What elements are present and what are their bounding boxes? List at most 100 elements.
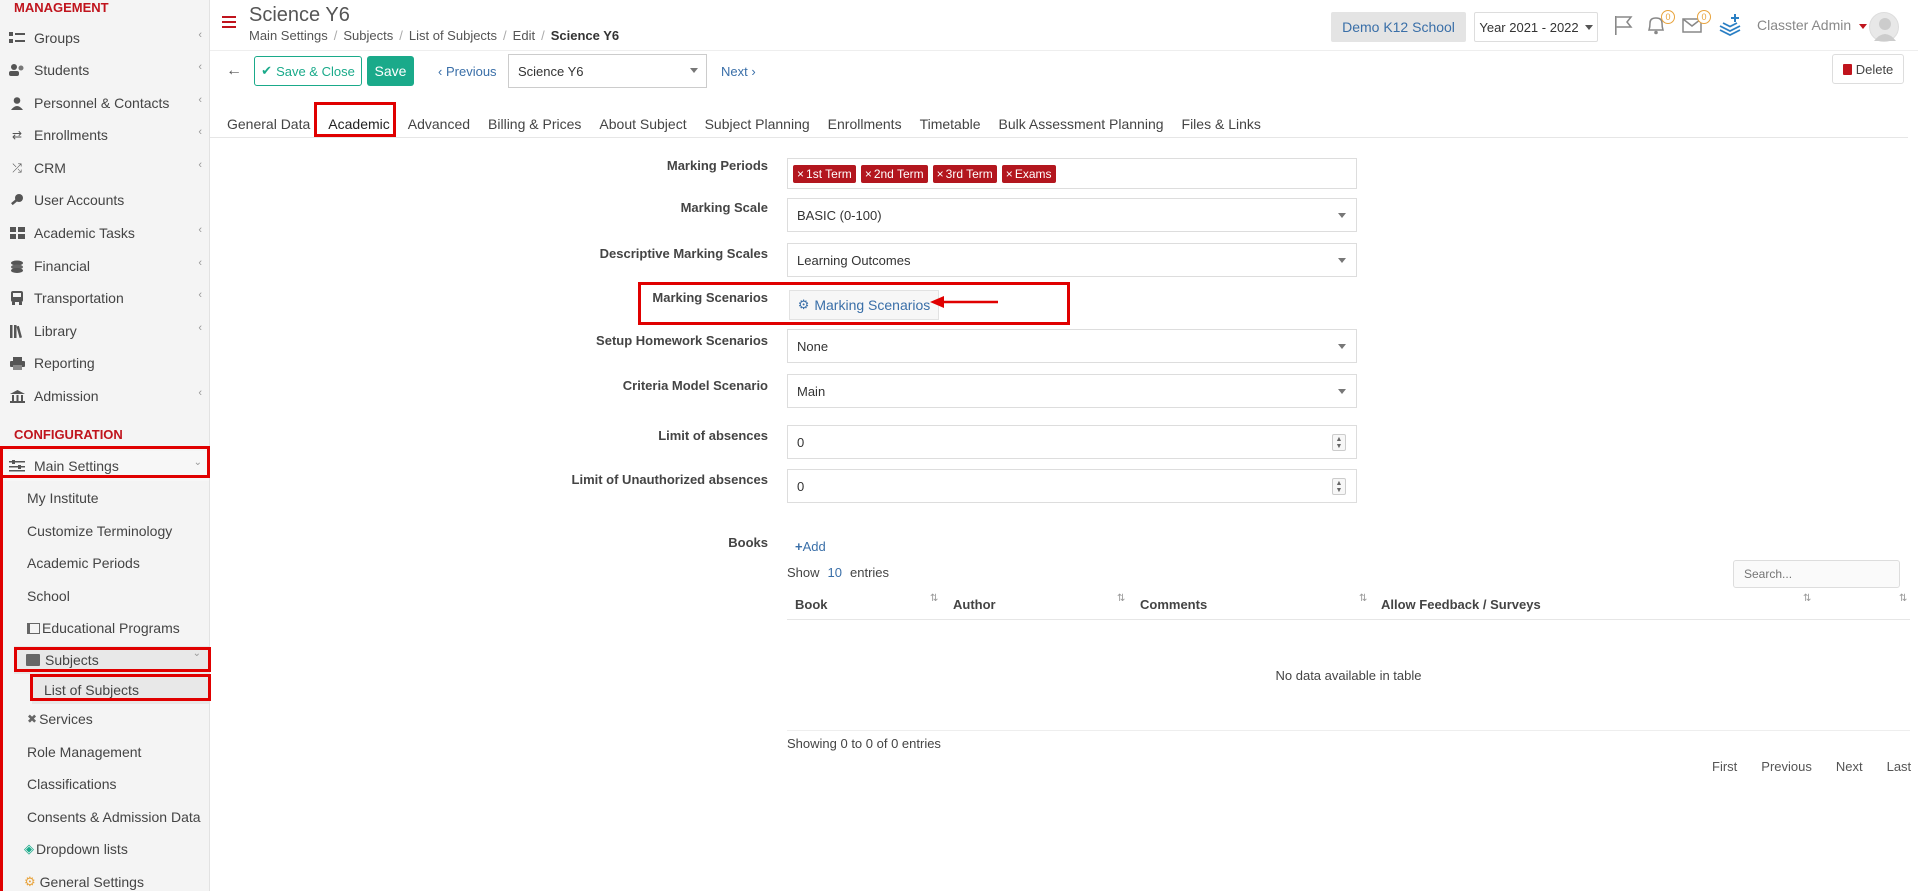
sidebar-item-user-accounts[interactable]: User Accounts bbox=[0, 185, 209, 215]
number-spinner[interactable]: ▲ ▼ bbox=[1332, 434, 1346, 451]
grid-icon bbox=[8, 226, 26, 240]
pager-previous[interactable]: Previous bbox=[1761, 759, 1812, 774]
chevron-left-icon: ‹ bbox=[198, 159, 202, 171]
column-author[interactable]: Author bbox=[953, 597, 996, 612]
tab-files-links[interactable]: Files & Links bbox=[1173, 110, 1270, 138]
table-search-input[interactable] bbox=[1733, 560, 1900, 588]
setup-homework-scenarios-select[interactable]: None bbox=[787, 329, 1357, 363]
caret-down-icon bbox=[690, 68, 698, 73]
add-book-link[interactable]: +Add bbox=[795, 539, 826, 554]
sidebar-subitem-general-settings[interactable]: ⚙ General Settings bbox=[24, 868, 144, 891]
marking-period-tag[interactable]: × 2nd Term bbox=[860, 164, 928, 183]
bell-icon[interactable]: 0 bbox=[1645, 10, 1675, 36]
save-close-button[interactable]: ✔ Save & Close bbox=[254, 56, 362, 86]
sort-icon[interactable]: ⇅ bbox=[930, 593, 938, 604]
chevron-right-icon: › bbox=[751, 64, 756, 79]
pager-next[interactable]: Next bbox=[1836, 759, 1863, 774]
sidebar-item-enrollments[interactable]: ⇄ Enrollments ‹ bbox=[0, 120, 209, 150]
column-comments[interactable]: Comments bbox=[1140, 597, 1207, 612]
sidebar-subitem-consents[interactable]: Consents & Admission Data bbox=[27, 803, 201, 831]
tab-advanced[interactable]: Advanced bbox=[399, 110, 479, 138]
tab-subject-planning[interactable]: Subject Planning bbox=[696, 110, 819, 138]
sort-icon[interactable]: ⇅ bbox=[1359, 593, 1367, 604]
remove-tag-icon[interactable]: × bbox=[1006, 167, 1013, 181]
marking-scale-select[interactable]: BASIC (0-100) bbox=[787, 198, 1357, 232]
sidebar-subitem-role-management[interactable]: Role Management bbox=[27, 738, 141, 766]
next-link[interactable]: Next › bbox=[721, 64, 756, 79]
pager-first[interactable]: First bbox=[1712, 759, 1737, 774]
sidebar-item-groups[interactable]: Groups ‹ bbox=[0, 23, 209, 53]
sidebar-item-label: Services bbox=[39, 711, 93, 727]
add-label: Add bbox=[802, 539, 826, 554]
school-selector-button[interactable]: Demo K12 School bbox=[1331, 12, 1466, 42]
breadcrumb-main-settings[interactable]: Main Settings bbox=[249, 28, 328, 43]
previous-label: Previous bbox=[445, 64, 497, 79]
sidebar-subitem-services[interactable]: ✖ Services ‹ bbox=[27, 705, 209, 733]
avatar[interactable] bbox=[1869, 12, 1899, 42]
sidebar-item-crm[interactable]: ⤮ CRM ‹ bbox=[0, 153, 209, 183]
marking-period-tag[interactable]: × 3rd Term bbox=[932, 164, 997, 183]
sidebar-item-admission[interactable]: Admission ‹ bbox=[0, 381, 209, 411]
column-allow-feedback[interactable]: Allow Feedback / Surveys bbox=[1381, 597, 1541, 612]
limit-of-absences-input[interactable]: 0 ▲ ▼ bbox=[787, 425, 1357, 459]
configuration-heading: CONFIGURATION bbox=[14, 427, 123, 442]
tab-billing-prices[interactable]: Billing & Prices bbox=[479, 110, 590, 138]
sidebar-subitem-school[interactable]: School bbox=[27, 582, 70, 610]
number-spinner[interactable]: ▲ ▼ bbox=[1332, 478, 1346, 495]
breadcrumb-subjects[interactable]: Subjects bbox=[343, 28, 393, 43]
delete-button[interactable]: Delete bbox=[1832, 54, 1904, 84]
remove-tag-icon[interactable]: × bbox=[797, 167, 804, 181]
sidebar-item-transportation[interactable]: Transportation ‹ bbox=[0, 283, 209, 313]
marking-periods-field[interactable]: × 1st Term × 2nd Term × 3rd Term × Exams bbox=[787, 158, 1357, 189]
save-button[interactable]: Save bbox=[367, 56, 414, 86]
layers-plus-icon[interactable] bbox=[1718, 14, 1742, 37]
user-menu[interactable]: Classter Admin bbox=[1757, 17, 1868, 33]
limit-of-unauthorized-absences-input[interactable]: 0 ▲ ▼ bbox=[787, 469, 1357, 503]
breadcrumb-list-of-subjects[interactable]: List of Subjects bbox=[409, 28, 497, 43]
sidebar-item-financial[interactable]: Financial ‹ bbox=[0, 251, 209, 281]
back-arrow-icon[interactable]: ← bbox=[226, 62, 242, 80]
criteria-model-scenario-select[interactable]: Main bbox=[787, 374, 1357, 408]
envelope-icon[interactable]: 0 bbox=[1681, 10, 1711, 36]
chevron-left-icon: ‹ bbox=[198, 29, 202, 41]
breadcrumb-edit[interactable]: Edit bbox=[513, 28, 535, 43]
sidebar-subitem-academic-periods[interactable]: Academic Periods bbox=[27, 549, 140, 577]
tab-bulk-assessment-planning[interactable]: Bulk Assessment Planning bbox=[990, 110, 1173, 138]
sidebar-item-academic-tasks[interactable]: Academic Tasks ‹ bbox=[0, 218, 209, 248]
sort-icon[interactable]: ⇅ bbox=[1899, 593, 1907, 604]
descriptive-marking-scales-select[interactable]: Learning Outcomes bbox=[787, 243, 1357, 277]
previous-link[interactable]: ‹ Previous bbox=[438, 64, 497, 79]
sidebar-item-personnel[interactable]: Personnel & Contacts ‹ bbox=[0, 88, 209, 118]
remove-tag-icon[interactable]: × bbox=[937, 167, 944, 181]
shuffle-icon: ⤮ bbox=[12, 160, 22, 175]
remove-tag-icon[interactable]: × bbox=[865, 167, 872, 181]
tab-timetable[interactable]: Timetable bbox=[911, 110, 990, 138]
flag-icon[interactable] bbox=[1613, 14, 1637, 36]
pagination: First Previous Next Last bbox=[1712, 759, 1911, 774]
marking-period-tag[interactable]: × Exams bbox=[1001, 164, 1056, 183]
tab-about-subject[interactable]: About Subject bbox=[590, 110, 695, 138]
sort-icon[interactable]: ⇅ bbox=[1117, 593, 1125, 604]
next-label: Next bbox=[721, 64, 748, 79]
sidebar-subitem-my-institute[interactable]: My Institute bbox=[27, 484, 99, 512]
sidebar-subitem-customize-terminology[interactable]: Customize Terminology bbox=[27, 517, 172, 545]
sidebar-item-students[interactable]: Students ‹ bbox=[0, 55, 209, 85]
coins-icon bbox=[8, 259, 26, 273]
year-selector[interactable]: Year 2021 - 2022 bbox=[1474, 12, 1598, 42]
hamburger-menu-icon[interactable] bbox=[222, 16, 236, 30]
setup-homework-scenarios-label: Setup Homework Scenarios bbox=[596, 333, 768, 348]
pager-last[interactable]: Last bbox=[1887, 759, 1912, 774]
tab-general-data[interactable]: General Data bbox=[218, 110, 319, 138]
sidebar-item-label: General Settings bbox=[39, 874, 144, 890]
sidebar-subitem-educational-programs[interactable]: Educational Programs ‹ bbox=[27, 614, 209, 642]
subject-select[interactable]: Science Y6 bbox=[508, 54, 707, 88]
sidebar-subitem-dropdown-lists[interactable]: ◈ Dropdown lists bbox=[24, 835, 128, 863]
tab-enrollments[interactable]: Enrollments bbox=[819, 110, 911, 138]
column-book[interactable]: Book bbox=[795, 597, 828, 612]
page-size-select[interactable]: 10 bbox=[828, 565, 842, 580]
marking-period-tag[interactable]: × 1st Term bbox=[793, 164, 856, 183]
sidebar-item-reporting[interactable]: Reporting bbox=[0, 348, 209, 378]
sidebar-subitem-classifications[interactable]: Classifications bbox=[27, 770, 116, 798]
sort-icon[interactable]: ⇅ bbox=[1803, 593, 1811, 604]
sidebar-item-library[interactable]: Library ‹ bbox=[0, 316, 209, 346]
